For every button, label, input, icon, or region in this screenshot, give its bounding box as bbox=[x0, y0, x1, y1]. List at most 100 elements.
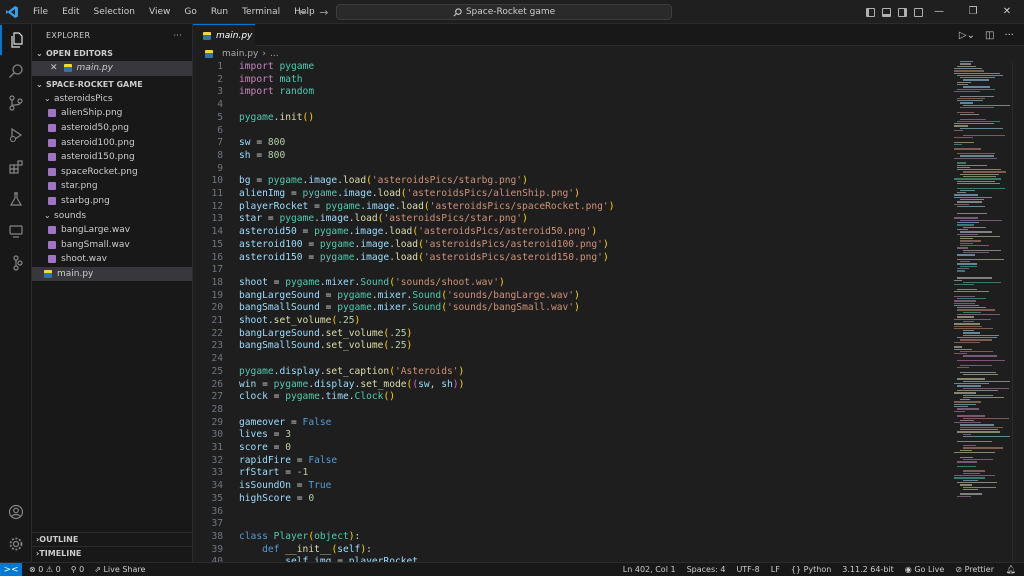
restore-icon[interactable]: ❐ bbox=[956, 0, 990, 24]
code-token: bangSmallSound bbox=[239, 302, 320, 314]
code-token: 'asteroidsPics/alienShip.png' bbox=[406, 188, 575, 199]
minimap-line bbox=[957, 120, 1000, 123]
explorer-icon[interactable] bbox=[0, 25, 32, 55]
file-item[interactable]: bangLarge.wav bbox=[32, 223, 192, 238]
file-label: spaceRocket.png bbox=[61, 166, 138, 177]
minimap-line bbox=[957, 440, 992, 442]
file-item[interactable]: bangSmall.wav bbox=[32, 238, 192, 253]
minimap-line bbox=[957, 153, 995, 155]
menu-run[interactable]: Run bbox=[204, 0, 235, 24]
breadcrumb-file[interactable]: main.py bbox=[222, 49, 258, 59]
file-item[interactable]: asteroid100.png bbox=[32, 135, 192, 150]
language-mode[interactable]: {} Python bbox=[791, 565, 831, 574]
encoding[interactable]: UTF-8 bbox=[736, 565, 759, 574]
file-item[interactable]: spaceRocket.png bbox=[32, 165, 192, 180]
minimap-line bbox=[954, 67, 982, 70]
line-source: win = pygame.display.set_mode((sw, sh)) bbox=[239, 379, 464, 392]
minimap-line bbox=[957, 201, 982, 203]
minimap[interactable] bbox=[948, 61, 1012, 501]
more-actions-icon[interactable]: ··· bbox=[1004, 30, 1014, 41]
minimap-line bbox=[963, 417, 1010, 419]
ports-indicator[interactable]: ⚲ 0 bbox=[71, 565, 85, 574]
open-editor-item[interactable]: ✕ main.py bbox=[32, 61, 192, 76]
editor-scrollbar[interactable] bbox=[1012, 61, 1024, 562]
code-line: 10 bg = pygame.image.load('asteroidsPics/… bbox=[193, 175, 948, 188]
minimap-line bbox=[957, 337, 997, 339]
menu-file[interactable]: File bbox=[26, 0, 55, 24]
folder-asteroidspics[interactable]: ⌄ asteroidsPics bbox=[32, 92, 192, 107]
end-of-line[interactable]: LF bbox=[771, 565, 780, 574]
file-item[interactable]: star.png bbox=[32, 179, 192, 194]
file-item[interactable]: asteroid50.png bbox=[32, 121, 192, 136]
file-item[interactable]: asteroid150.png bbox=[32, 150, 192, 165]
project-section[interactable]: ⌄ SPACE-ROCKET GAME bbox=[32, 77, 192, 92]
menu-terminal[interactable]: Terminal bbox=[235, 0, 287, 24]
back-arrow-icon[interactable]: ← bbox=[298, 6, 307, 19]
menu-selection[interactable]: Selection bbox=[87, 0, 142, 24]
notifications-bell-icon[interactable]: 🔔︎ bbox=[1006, 565, 1016, 574]
menu-view[interactable]: View bbox=[142, 0, 177, 24]
file-item[interactable]: alienShip.png bbox=[32, 106, 192, 121]
tab-main-py[interactable]: main.py bbox=[193, 24, 255, 46]
minimap-line bbox=[963, 373, 998, 376]
line-source: import pygame bbox=[239, 61, 314, 74]
timeline-section[interactable]: › TIMELINE bbox=[32, 546, 193, 560]
forward-arrow-icon[interactable]: → bbox=[319, 6, 328, 19]
toggle-panel-icon[interactable] bbox=[882, 7, 891, 17]
outline-section[interactable]: › OUTLINE bbox=[32, 532, 193, 546]
code-token: pygame bbox=[273, 378, 309, 390]
python-interpreter[interactable]: 3.11.2 64-bit bbox=[842, 565, 894, 574]
cursor-position[interactable]: Ln 402, Col 1 bbox=[623, 565, 676, 574]
close-icon[interactable]: ✕ bbox=[990, 0, 1024, 24]
code-token: image bbox=[342, 188, 372, 199]
toggle-secondary-sidebar-icon[interactable] bbox=[898, 7, 907, 17]
prettier-check-icon: ⊘ bbox=[955, 565, 965, 574]
prettier-button[interactable]: ⊘ Prettier bbox=[955, 565, 994, 574]
code-editor[interactable]: 1 import pygame 2 import math 3 import random… bbox=[193, 61, 948, 562]
go-live-button[interactable]: ◉ Go Live bbox=[905, 565, 945, 574]
more-actions-icon[interactable]: ··· bbox=[173, 31, 182, 40]
folder-sounds[interactable]: ⌄ sounds bbox=[32, 208, 192, 223]
open-editors-section[interactable]: ⌄ OPEN EDITORS bbox=[32, 46, 192, 61]
remote-explorer-icon[interactable] bbox=[0, 216, 32, 246]
search-icon[interactable] bbox=[0, 56, 32, 86]
file-item[interactable]: shoot.wav bbox=[32, 252, 192, 267]
toggle-primary-sidebar-icon[interactable] bbox=[866, 7, 875, 17]
file-item[interactable]: starbg.png bbox=[32, 194, 192, 209]
minimap-line bbox=[963, 396, 1005, 399]
minimap-line bbox=[957, 277, 992, 279]
code-line: 14 asteroid50 = pygame.image.load('astero… bbox=[193, 226, 948, 239]
menu-edit[interactable]: Edit bbox=[55, 0, 86, 24]
run-python-file-icon[interactable]: ▷⌄ bbox=[959, 30, 975, 41]
line-number: 2 bbox=[217, 73, 223, 85]
file-item-main-py[interactable]: main.py bbox=[32, 266, 192, 282]
testing-flask-icon[interactable] bbox=[0, 184, 32, 214]
breadcrumb-symbol[interactable]: ... bbox=[270, 49, 279, 59]
source-control-icon[interactable] bbox=[0, 88, 32, 118]
code-line: 32 rapidFire = False bbox=[193, 455, 948, 468]
close-editor-icon[interactable]: ✕ bbox=[50, 63, 58, 73]
indentation[interactable]: Spaces: 4 bbox=[687, 565, 726, 574]
line-number: 11 bbox=[211, 188, 223, 199]
split-editor-icon[interactable]: ◫ bbox=[985, 30, 994, 41]
code-line: 31 score = 0 bbox=[193, 442, 948, 455]
minimap-line bbox=[960, 173, 1000, 176]
settings-gear-icon[interactable] bbox=[0, 529, 32, 559]
minimap-line bbox=[954, 284, 975, 286]
minimize-icon[interactable]: — bbox=[922, 0, 956, 24]
minimap-line bbox=[957, 316, 974, 318]
problems-indicator[interactable]: ⊗ 0 ⚠ 0 bbox=[29, 565, 61, 574]
live-share-button[interactable]: ⇗ Live Share bbox=[94, 565, 145, 574]
minimap-line bbox=[957, 360, 1005, 362]
line-number: 13 bbox=[211, 213, 223, 225]
extensions-icon[interactable] bbox=[0, 152, 32, 182]
code-token: = bbox=[319, 302, 338, 314]
command-center-search[interactable]: Space-Rocket game bbox=[336, 4, 672, 20]
menu-go[interactable]: Go bbox=[177, 0, 203, 24]
run-debug-icon[interactable] bbox=[0, 120, 32, 150]
gitlens-icon[interactable] bbox=[0, 248, 32, 278]
accounts-icon[interactable] bbox=[0, 497, 32, 527]
remote-indicator[interactable]: >< bbox=[0, 562, 22, 576]
minimap-line bbox=[960, 102, 974, 104]
minimap-line bbox=[957, 408, 979, 410]
